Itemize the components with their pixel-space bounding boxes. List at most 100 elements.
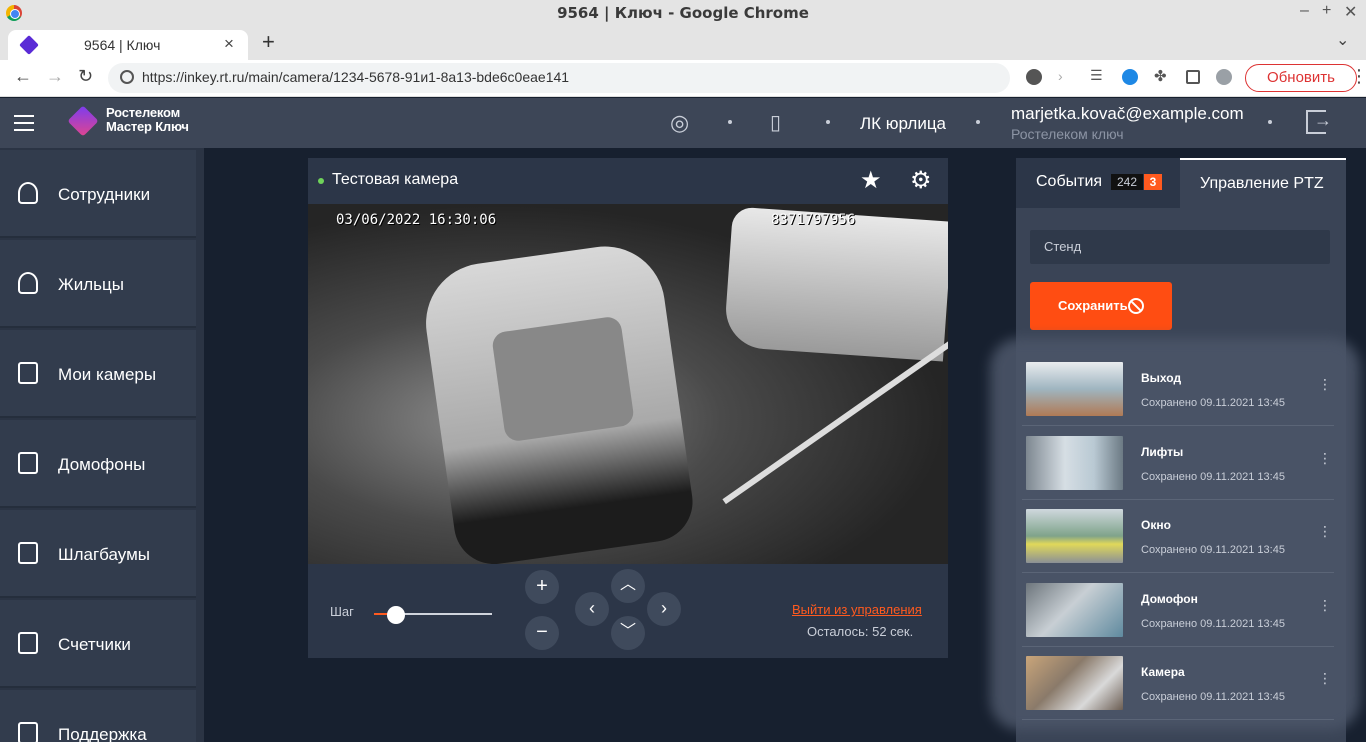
tab-events-label: События — [1036, 173, 1103, 190]
sidebar-item[interactable]: Сотрудники — [0, 150, 196, 238]
extension-2-icon[interactable] — [1122, 69, 1138, 85]
address-bar[interactable]: https://inkey.rt.ru/main/camera/1234-567… — [108, 63, 1010, 93]
ptz-controls: Шаг + − ︿ ‹ › ﹀ Выйти из управления Оста… — [308, 564, 948, 658]
minimize-icon[interactable]: – — [1300, 2, 1309, 20]
tab-events[interactable]: События 242 3 — [1016, 158, 1180, 208]
more-options-icon[interactable]: ⋮ — [1318, 523, 1332, 540]
sidebar-item-label: Счетчики — [58, 635, 131, 654]
company-name: Ростелеком ключ — [1011, 126, 1124, 142]
more-options-icon[interactable]: ⋮ — [1318, 597, 1332, 614]
more-options-icon[interactable]: ⋮ — [1318, 376, 1332, 393]
divider-dot — [826, 120, 830, 124]
preset-saved-date: Сохранено 09.11.2021 13:45 — [1141, 544, 1285, 556]
browser-tab[interactable]: 9564 | Ключ × — [8, 30, 248, 60]
video-object — [490, 315, 636, 443]
pan-left-button[interactable]: ‹ — [575, 592, 609, 626]
logo-line1: Ростелеком — [106, 105, 180, 120]
sidebar-item[interactable]: Счетчики — [0, 600, 196, 688]
preset-row[interactable]: Камера Сохранено 09.11.2021 13:45 ⋮ — [1022, 648, 1334, 720]
support-icon — [18, 722, 38, 742]
back-button[interactable]: ← — [14, 66, 32, 87]
logo-line2: Мастер Ключ — [106, 119, 189, 134]
star-icon[interactable]: ★ — [860, 166, 882, 195]
tab-ptz[interactable]: Управление PTZ — [1180, 158, 1346, 208]
user-icon — [18, 182, 38, 204]
sidebar-item-label: Поддержка — [58, 725, 147, 742]
preset-row[interactable]: Лифты Сохранено 09.11.2021 13:45 ⋮ — [1022, 428, 1334, 500]
preset-thumbnail[interactable] — [1026, 582, 1123, 637]
preset-row[interactable]: Окно Сохранено 09.11.2021 13:45 ⋮ — [1022, 501, 1334, 573]
preset-saved-date: Сохранено 09.11.2021 13:45 — [1141, 691, 1285, 703]
preset-saved-date: Сохранено 09.11.2021 13:45 — [1141, 470, 1285, 483]
save-label: Сохранить — [1058, 298, 1128, 313]
maximize-icon[interactable]: + — [1322, 2, 1331, 20]
user-email[interactable]: marjetka.kovač@example.com — [1011, 104, 1244, 124]
osd-id: 8371797956 — [771, 212, 856, 228]
osd-datetime: 03/06/2022 16:30:06 — [336, 212, 497, 228]
camera-title: Тестовая камера — [332, 171, 459, 188]
zoom-in-button[interactable]: + — [525, 570, 559, 604]
window-title: 9564 | Ключ - Google Chrome — [557, 4, 809, 22]
site-info-icon[interactable] — [120, 70, 134, 84]
events-count-badge: 242 — [1111, 174, 1144, 190]
pan-right-button[interactable]: › — [647, 592, 681, 626]
more-options-icon[interactable]: ⋮ — [1318, 670, 1332, 687]
users-icon — [18, 272, 38, 294]
logout-icon[interactable] — [1306, 110, 1332, 134]
step-slider-handle[interactable] — [386, 606, 405, 624]
reload-icon[interactable]: ↻ — [78, 66, 93, 87]
sidebar-item-label: Сотрудники — [58, 185, 151, 204]
preset-thumbnail[interactable] — [1026, 362, 1123, 416]
pan-down-button[interactable]: ﹀ — [611, 616, 645, 650]
meter-icon — [18, 632, 38, 654]
preset-saved-date: Сохранено 09.11.2021 13:45 — [1141, 397, 1285, 409]
divider-dot — [976, 120, 980, 124]
step-label: Шаг — [330, 604, 354, 619]
video-stream[interactable]: 03/06/2022 16:30:06 8371797956 — [308, 204, 948, 564]
preset-thumbnail[interactable] — [1026, 435, 1123, 490]
preset-row[interactable]: Домофон Сохранено 09.11.2021 13:45 ⋮ — [1022, 575, 1334, 647]
online-status-icon — [318, 178, 324, 184]
preset-name: Лифты — [1141, 444, 1184, 459]
preset-thumbnail[interactable] — [1026, 656, 1123, 710]
sidebar-item[interactable]: Домофоны — [0, 420, 196, 508]
menu-icon[interactable] — [14, 115, 34, 131]
tab-ptz-label: Управление PTZ — [1200, 175, 1324, 192]
reading-list-icon[interactable]: ☰ — [1090, 67, 1106, 83]
intercom-icon[interactable]: ▯ — [770, 110, 781, 135]
save-preset-button[interactable]: Сохранить — [1030, 282, 1172, 330]
chrome-logo-icon — [6, 5, 22, 21]
logo-text[interactable]: Ростелеком Мастер Ключ — [106, 106, 189, 134]
profile-avatar[interactable] — [1216, 69, 1232, 85]
extension-icon[interactable] — [1026, 69, 1042, 85]
sidebar-item[interactable]: Шлагбаумы — [0, 510, 196, 598]
forward-button[interactable]: → — [46, 66, 64, 87]
preset-thumbnail[interactable] — [1026, 509, 1123, 563]
tab-search-icon[interactable]: ⌄ — [1336, 30, 1349, 50]
exit-control-link[interactable]: Выйти из управления — [792, 602, 922, 617]
chevron-right-icon[interactable]: › — [1058, 68, 1074, 84]
pan-up-button[interactable]: ︿ — [611, 569, 645, 603]
side-panel-icon[interactable] — [1186, 70, 1200, 84]
update-chrome-button[interactable]: Обновить — [1245, 64, 1357, 92]
sidebar-item-label: Домофоны — [58, 455, 146, 474]
account-type[interactable]: ЛК юрлица — [860, 114, 946, 134]
puzzle-icon[interactable]: ✤ — [1154, 67, 1170, 85]
close-window-icon[interactable]: ✕ — [1344, 2, 1357, 22]
barrier-icon — [18, 542, 38, 564]
camera-icon — [18, 362, 38, 384]
sidebar-item[interactable]: Жильцы — [0, 240, 196, 328]
support-lifebuoy-icon[interactable]: ◎ — [670, 110, 689, 136]
gear-icon[interactable]: ⚙ — [910, 166, 932, 195]
zoom-out-button[interactable]: − — [525, 616, 559, 650]
new-tab-button[interactable]: + — [262, 29, 275, 55]
close-tab-icon[interactable]: × — [224, 34, 234, 54]
preset-name: Выход — [1141, 371, 1182, 385]
more-options-icon[interactable]: ⋮ — [1318, 450, 1332, 467]
preset-row[interactable]: Выход Сохранено 09.11.2021 13:45 ⋮ — [1022, 354, 1334, 426]
preset-name-input[interactable]: Стенд — [1030, 230, 1330, 264]
sidebar-item[interactable]: Поддержка — [0, 690, 196, 742]
sidebar-item[interactable]: Мои камеры — [0, 330, 196, 418]
chrome-menu-icon[interactable]: ⋮ — [1350, 66, 1366, 87]
divider-dot — [1268, 120, 1272, 124]
